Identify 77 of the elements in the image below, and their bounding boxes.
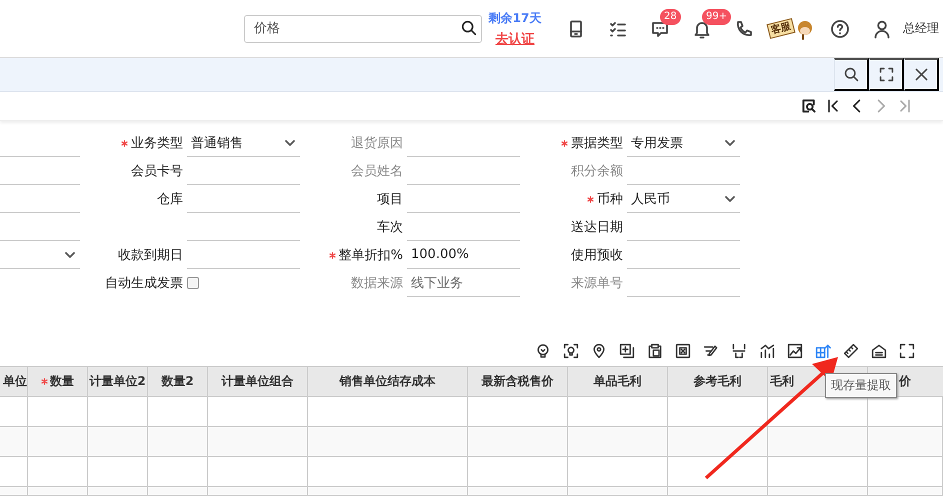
table-cell — [28, 427, 88, 457]
house-icon[interactable] — [871, 343, 887, 359]
column-header[interactable]: 数量 — [50, 373, 74, 390]
column-header[interactable]: 单位 — [3, 373, 27, 390]
dropdown-field[interactable]: 人民币 — [627, 185, 740, 213]
edit-lines-icon[interactable] — [703, 343, 719, 359]
column-header[interactable]: 数量2 — [161, 373, 194, 390]
field-label: 积分余额 — [571, 163, 623, 180]
close-icon — [912, 66, 930, 83]
table-cell — [148, 427, 208, 457]
search-button[interactable] — [834, 58, 869, 91]
column-header[interactable]: 计量单位组合 — [222, 373, 294, 390]
bulb-icon[interactable] — [535, 343, 551, 359]
field-label: 来源单号 — [571, 275, 623, 292]
input-field[interactable]: 线下业务 — [407, 269, 520, 297]
field-label: 整单折扣% — [338, 247, 403, 264]
user-icon[interactable] — [872, 18, 892, 38]
count-badge: 28 — [660, 8, 681, 24]
field-label: 票据类型 — [571, 135, 623, 152]
search-field[interactable]: 价格 — [244, 14, 482, 42]
paste-icon[interactable] — [647, 343, 663, 359]
ruler-icon[interactable] — [843, 343, 859, 359]
field-label: 会员卡号 — [131, 163, 183, 180]
dropdown-field[interactable]: 专用发票 — [627, 129, 740, 157]
field-label: 项目 — [377, 191, 403, 208]
table-cell — [88, 427, 148, 457]
table-cell — [148, 487, 208, 496]
field-label: 车次 — [377, 219, 403, 236]
table-cell — [88, 487, 148, 496]
help-icon[interactable] — [830, 18, 850, 38]
column-header[interactable]: 最新含税售价 — [482, 373, 554, 390]
table-cell — [28, 487, 88, 496]
grid-arrow-icon[interactable] — [815, 343, 831, 359]
field-label: 使用预收 — [571, 247, 623, 264]
count-badge: 99+ — [702, 8, 732, 24]
fullscreen-button[interactable] — [869, 58, 904, 91]
column-header[interactable]: 计量单位2 — [89, 373, 146, 390]
field-label: 业务类型 — [131, 135, 183, 152]
bar-chart-icon[interactable] — [759, 343, 775, 359]
field-label: 仓库 — [157, 191, 183, 208]
fullscreen-icon — [878, 66, 894, 83]
field-label: 自动生成发票 — [105, 275, 183, 292]
trend-chart-icon[interactable] — [787, 343, 803, 359]
search-icon — [842, 66, 860, 83]
field-label: 会员姓名 — [351, 163, 403, 180]
column-header[interactable]: 参考毛利 — [694, 373, 742, 390]
close-button[interactable] — [904, 58, 939, 91]
dropdown-field[interactable]: 普通销售 — [187, 129, 300, 157]
trial-days: 剩余17天 — [488, 10, 542, 26]
column-header[interactable]: 销售单位结存成本 — [340, 373, 436, 390]
column-header[interactable]: 单品毛利 — [594, 373, 642, 390]
verify-link[interactable]: 去认证 — [496, 30, 534, 48]
tooltip: 现存量提取 — [825, 373, 897, 398]
location-pin-icon[interactable] — [591, 343, 607, 359]
input-field[interactable]: 100.00% — [407, 241, 520, 269]
first-page-icon[interactable] — [825, 98, 841, 114]
field-label: 退货原因 — [351, 135, 403, 152]
field-label: 送达日期 — [571, 219, 623, 236]
search-button[interactable] — [460, 18, 478, 36]
preview-icon[interactable] — [801, 98, 817, 114]
table-cell — [0, 427, 28, 457]
table-cell — [0, 487, 28, 496]
column-header[interactable]: 毛利 — [770, 373, 794, 390]
service-sign[interactable]: 客服 — [766, 18, 796, 39]
search-icon — [460, 18, 478, 36]
scan-bulb-icon[interactable] — [563, 343, 579, 359]
phone-icon[interactable] — [734, 18, 754, 38]
expand-icon[interactable] — [899, 343, 915, 359]
column-header[interactable]: 价 — [899, 373, 911, 390]
field-label: 收款到期日 — [118, 247, 183, 264]
user-name[interactable]: 总经理 — [903, 20, 939, 37]
remove-copy-icon[interactable] — [675, 343, 691, 359]
field-label: 数据来源 — [351, 275, 403, 292]
checkbox[interactable] — [187, 277, 199, 289]
add-copy-icon[interactable] — [619, 343, 635, 359]
field-label: 币种 — [597, 191, 623, 208]
split-icon[interactable] — [731, 343, 747, 359]
